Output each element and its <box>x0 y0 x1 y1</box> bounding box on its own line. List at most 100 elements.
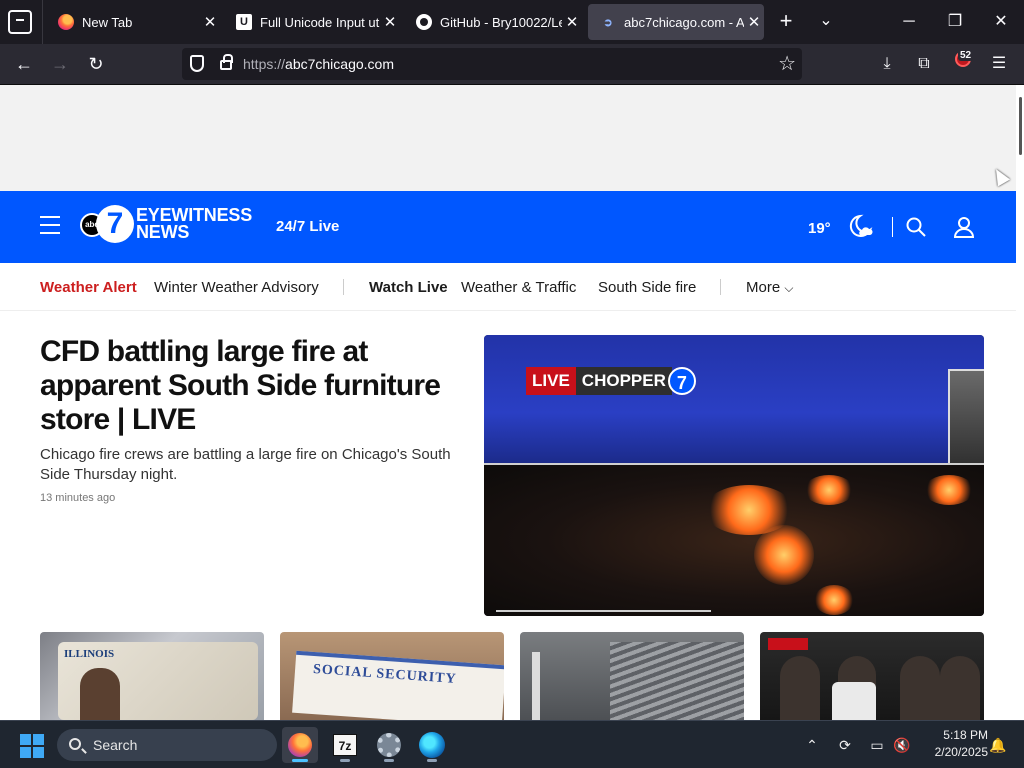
timestamp: 13 minutes ago <box>40 492 116 504</box>
lead-headline[interactable]: CFD battling large fire at apparent Sout… <box>40 335 470 437</box>
crowd-person <box>900 656 940 720</box>
bookmark-star-icon[interactable]: ☆ <box>778 51 796 77</box>
fire-glow <box>804 475 854 505</box>
crowd-person <box>780 656 820 720</box>
menu-icon[interactable]: ☰ <box>986 51 1012 77</box>
firefox-icon <box>58 14 74 30</box>
taskbar-7zip[interactable]: 7z <box>327 727 363 763</box>
reload-icon[interactable]: ↻ <box>82 50 110 78</box>
card-image-text: ILLINOIS <box>64 648 115 660</box>
tab-list-icon[interactable] <box>8 10 32 34</box>
clock-time: 5:18 PM <box>943 728 988 742</box>
id-photo <box>80 668 120 720</box>
hamburger-menu-icon[interactable] <box>40 216 60 234</box>
shield-icon[interactable] <box>190 55 204 72</box>
close-tab-icon[interactable]: ✕ <box>562 13 582 31</box>
system-clock[interactable]: 5:18 PM 2/20/2025 <box>918 727 988 761</box>
close-tab-icon[interactable]: ✕ <box>380 13 400 31</box>
stair-pole <box>532 652 540 720</box>
lock-icon[interactable] <box>220 54 233 70</box>
tab-label: Full Unicode Input utilit <box>260 14 380 30</box>
chevron-up-icon[interactable]: ⌃ <box>800 733 824 757</box>
crowd-person <box>940 656 980 720</box>
volume-muted-icon[interactable]: 🔇 <box>890 733 914 757</box>
url-text[interactable]: https://abc7chicago.com <box>243 48 394 80</box>
tab-new-tab[interactable]: New Tab ✕ <box>46 4 220 40</box>
tab-abc7[interactable]: ➲ abc7chicago.com - ABC ✕ <box>588 4 764 40</box>
weather-alert-link[interactable]: Weather Alert <box>40 279 137 296</box>
new-tab-icon[interactable]: + <box>774 10 798 34</box>
more-menu[interactable]: More ⌵ <box>746 279 793 296</box>
weather-traffic-link[interactable]: Weather & Traffic <box>461 279 576 296</box>
video-sky <box>484 335 984 465</box>
tab-unicode[interactable]: U Full Unicode Input utilit ✕ <box>224 4 400 40</box>
url-protocol: https:// <box>243 56 286 72</box>
seven-logo[interactable]: 7 <box>96 205 134 243</box>
network-icon[interactable]: ▭ <box>865 733 889 757</box>
notification-bell-icon[interactable]: 🔔 <box>986 733 1010 757</box>
firefox-icon <box>288 733 312 757</box>
site-logo-text[interactable]: EYEWITNESS NEWS <box>136 206 252 241</box>
abc7-logo-icon: 7 <box>667 367 696 395</box>
lead-summary: Chicago fire crews are battling a large … <box>40 446 451 483</box>
story-card[interactable]: ILLINOIS <box>40 632 264 720</box>
windows-taskbar: Search 7z ⌃ ⟳ ▭ 🔇 5:18 PM 2/20/2025 🔔 <box>0 720 1024 768</box>
taskbar-search[interactable]: Search <box>57 729 277 761</box>
close-window-icon[interactable]: ✕ <box>986 8 1016 36</box>
scrollbar-thumb[interactable] <box>1019 97 1022 155</box>
forward-icon[interactable]: → <box>46 50 74 78</box>
taskbar-settings[interactable] <box>371 727 407 763</box>
clock-date: 2/20/2025 <box>934 745 988 759</box>
extensions-icon[interactable]: ⧉ <box>911 51 937 77</box>
story-card[interactable]: SOCIAL SECURITY <box>280 632 504 720</box>
fire-glow <box>814 585 854 615</box>
social-security-card-image: SOCIAL SECURITY <box>292 650 504 720</box>
url-host: abc7chicago.com <box>285 56 394 72</box>
story-card[interactable] <box>520 632 744 720</box>
abc7-icon: ➲ <box>603 16 613 29</box>
minimize-icon[interactable]: ─ <box>894 8 924 36</box>
live-stream-link[interactable]: 24/7 Live <box>276 218 339 235</box>
south-side-fire-link[interactable]: South Side fire <box>598 279 696 296</box>
temperature[interactable]: 19° <box>808 220 831 237</box>
chevron-down-icon[interactable]: ⌄ <box>814 10 838 34</box>
story-card[interactable] <box>760 632 984 720</box>
taskbar-firefox[interactable] <box>282 727 318 763</box>
live-video-player[interactable]: LIVE CHOPPER 7 <box>484 335 984 616</box>
taskbar-edge[interactable] <box>414 727 450 763</box>
downloads-icon[interactable]: ⤓ <box>874 51 900 77</box>
stairway-image <box>610 642 744 720</box>
video-progress-bar[interactable] <box>496 610 711 612</box>
edge-icon <box>419 732 445 758</box>
tab-label: abc7chicago.com - ABC <box>624 14 744 30</box>
watch-live-link[interactable]: Watch Live <box>369 279 448 296</box>
tab-label: GitHub - Bry10022/Len <box>440 14 562 30</box>
fire-glow <box>754 525 814 585</box>
page-scrollbar[interactable] <box>1016 85 1024 720</box>
tab-divider <box>42 0 43 44</box>
7zip-icon: 7z <box>333 734 357 756</box>
subnav-divider <box>343 279 344 295</box>
news-tag <box>768 638 808 650</box>
fire-glow <box>924 475 974 505</box>
user-account-icon[interactable] <box>953 216 975 238</box>
tab-label: New Tab <box>82 14 133 30</box>
github-icon <box>416 14 432 30</box>
search-icon[interactable] <box>906 217 926 237</box>
close-tab-icon[interactable]: ✕ <box>744 13 764 31</box>
video-building <box>948 369 984 465</box>
moon-cloud-icon[interactable] <box>844 213 874 239</box>
maximize-icon[interactable]: ❐ <box>940 8 970 36</box>
windows-start-icon[interactable] <box>20 734 44 758</box>
more-label: More <box>746 279 781 296</box>
site-header: abc 7 EYEWITNESS NEWS 24/7 Live 19° <box>0 191 1024 263</box>
search-icon <box>69 738 81 750</box>
close-tab-icon[interactable]: ✕ <box>200 13 220 31</box>
back-icon[interactable]: ← <box>10 50 38 78</box>
tab-github[interactable]: GitHub - Bry10022/Len ✕ <box>404 4 582 40</box>
address-bar[interactable]: https://abc7chicago.com ☆ <box>182 48 802 80</box>
taskbar-search-label: Search <box>93 737 138 753</box>
sync-icon[interactable]: ⟳ <box>833 733 857 757</box>
unicode-icon: U <box>236 14 252 30</box>
advisory-link[interactable]: Winter Weather Advisory <box>154 279 319 296</box>
